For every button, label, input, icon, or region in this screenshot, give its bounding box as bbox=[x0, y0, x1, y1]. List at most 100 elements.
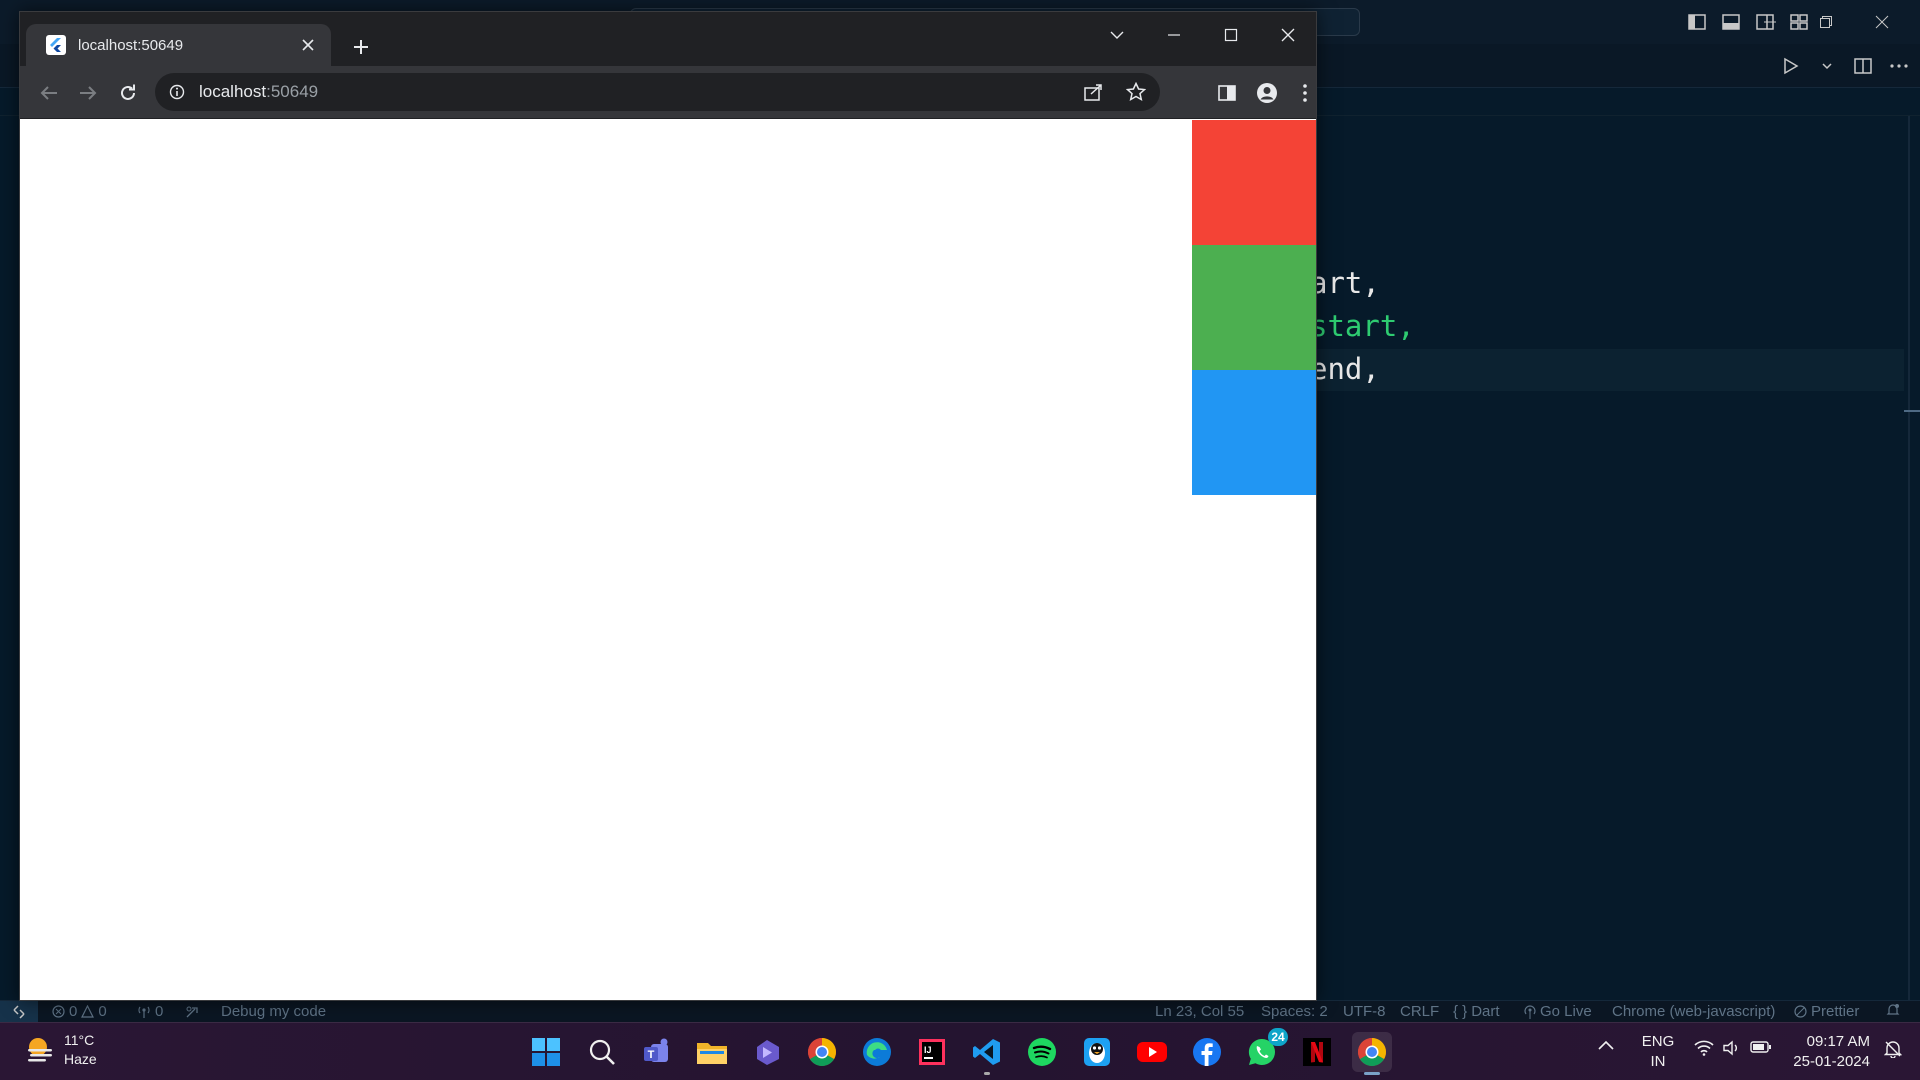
code-line[interactable]: end, bbox=[1310, 352, 1380, 386]
ports-count: 0 bbox=[155, 1003, 164, 1020]
code-line[interactable]: art, bbox=[1310, 266, 1380, 300]
split-editor-icon[interactable] bbox=[1852, 54, 1874, 78]
haze-sun-icon bbox=[28, 1038, 52, 1062]
battery-icon[interactable] bbox=[1750, 1040, 1772, 1054]
encoding[interactable]: UTF-8 bbox=[1343, 1003, 1386, 1020]
show-hidden-icons-chevron-icon[interactable] bbox=[1598, 1040, 1614, 1050]
chrome-app-active[interactable] bbox=[1352, 1032, 1392, 1075]
browser-tab[interactable]: localhost:50649 bbox=[26, 24, 331, 66]
scrollbar-cursor-marker bbox=[1904, 410, 1920, 412]
end-of-line[interactable]: CRLF bbox=[1400, 1003, 1439, 1020]
bookmark-star-icon[interactable] bbox=[1124, 80, 1148, 104]
vscode-restore-icon[interactable] bbox=[1798, 8, 1854, 36]
debugger-type[interactable]: Chrome (web-javascript) bbox=[1612, 1003, 1775, 1020]
broadcast-icon bbox=[1524, 1004, 1536, 1019]
chrome-tab-strip: localhost:50649 bbox=[20, 12, 1316, 66]
clock[interactable]: 09:17 AM 25-01-2024 bbox=[1780, 1032, 1870, 1072]
vscode-minimize-icon[interactable] bbox=[1742, 8, 1798, 36]
tab-close-icon[interactable] bbox=[297, 34, 319, 56]
file-explorer-app[interactable] bbox=[692, 1032, 732, 1072]
url-port: :50649 bbox=[266, 82, 319, 101]
tab-search-chevron-icon[interactable] bbox=[1088, 20, 1145, 50]
edge-app[interactable] bbox=[857, 1032, 897, 1072]
teams-app[interactable]: T bbox=[637, 1032, 677, 1072]
intellij-app[interactable]: IJ bbox=[912, 1032, 952, 1072]
chevron-down-icon[interactable] bbox=[1816, 54, 1838, 78]
remote-indicator[interactable] bbox=[0, 1001, 38, 1023]
toggle-primary-sidebar-icon[interactable] bbox=[1686, 11, 1708, 33]
toggle-panel-icon[interactable] bbox=[1720, 11, 1742, 33]
windows-logo-icon bbox=[532, 1038, 560, 1066]
ports-indicator[interactable]: 0 bbox=[137, 1003, 163, 1020]
chrome-app[interactable] bbox=[802, 1032, 842, 1072]
netflix-app[interactable] bbox=[1297, 1032, 1337, 1072]
chrome-close-icon[interactable] bbox=[1259, 20, 1316, 50]
new-tab-icon[interactable] bbox=[346, 32, 376, 62]
vscode-close-icon[interactable] bbox=[1854, 8, 1910, 36]
volume-icon[interactable] bbox=[1722, 1040, 1742, 1056]
more-actions-icon[interactable] bbox=[1888, 54, 1910, 78]
problems-indicator[interactable]: 0 0 bbox=[52, 1003, 107, 1020]
spotify-icon bbox=[1028, 1038, 1056, 1066]
clock-date: 25-01-2024 bbox=[1793, 1053, 1870, 1070]
weather-temperature: 11°C bbox=[64, 1032, 95, 1048]
youtube-icon bbox=[1137, 1042, 1167, 1062]
forward-arrow-icon[interactable] bbox=[73, 78, 103, 108]
weather-widget[interactable]: 11°C Haze bbox=[24, 1031, 97, 1069]
vscode-status-bar: 0 0 0 Debug my code Ln 23, Col 55 Spaces… bbox=[0, 1000, 1920, 1023]
run-icon[interactable] bbox=[1780, 54, 1802, 78]
current-line-highlight bbox=[1316, 349, 1904, 391]
chrome-toolbar: localhost:50649 bbox=[20, 66, 1316, 118]
youtube-app[interactable] bbox=[1132, 1032, 1172, 1072]
vscode-insiders-app[interactable] bbox=[747, 1032, 787, 1072]
facebook-icon bbox=[1193, 1038, 1221, 1066]
blue-box bbox=[1192, 370, 1316, 495]
profile-avatar-icon[interactable] bbox=[1252, 78, 1282, 108]
running-indicator bbox=[984, 1072, 990, 1075]
braces-icon: { } bbox=[1453, 1003, 1468, 1020]
debug-indicator[interactable]: Debug my code bbox=[185, 1003, 326, 1020]
windows-taskbar: 11°C Haze T IJ 24 ENG IN 09:17 AM 25-01-… bbox=[0, 1022, 1920, 1080]
chrome-minimize-icon[interactable] bbox=[1145, 20, 1202, 50]
share-icon[interactable] bbox=[1082, 80, 1106, 104]
chrome-menu-icon[interactable] bbox=[1290, 78, 1320, 108]
code-line[interactable]: start, bbox=[1310, 309, 1415, 343]
weather-condition: Haze bbox=[64, 1051, 97, 1067]
chrome-icon bbox=[1358, 1038, 1386, 1066]
notification-center-icon[interactable] bbox=[1884, 1040, 1902, 1058]
search-icon bbox=[589, 1039, 615, 1065]
qq-app[interactable] bbox=[1077, 1032, 1117, 1072]
vscode-icon bbox=[973, 1039, 1000, 1065]
wifi-icon[interactable] bbox=[1694, 1040, 1714, 1056]
chrome-maximize-icon[interactable] bbox=[1202, 20, 1259, 50]
input-language[interactable]: ENG IN bbox=[1638, 1032, 1678, 1072]
go-live-button[interactable]: Go Live bbox=[1524, 1003, 1592, 1020]
web-page-content bbox=[20, 119, 1316, 1000]
start-button[interactable] bbox=[526, 1032, 566, 1072]
language-label: Dart bbox=[1471, 1003, 1500, 1020]
indentation[interactable]: Spaces: 2 bbox=[1261, 1003, 1328, 1020]
site-info-icon[interactable] bbox=[169, 84, 185, 100]
language-region: IN bbox=[1650, 1053, 1666, 1070]
facebook-app[interactable] bbox=[1187, 1032, 1227, 1072]
editor-scrollbar[interactable] bbox=[1908, 116, 1910, 1000]
search-button[interactable] bbox=[582, 1032, 622, 1072]
address-bar[interactable]: localhost:50649 bbox=[155, 73, 1160, 111]
active-indicator bbox=[1364, 1072, 1380, 1075]
back-arrow-icon[interactable] bbox=[34, 78, 64, 108]
spotify-app[interactable] bbox=[1022, 1032, 1062, 1072]
warning-icon bbox=[81, 1005, 95, 1018]
debug-label: Debug my code bbox=[221, 1003, 327, 1020]
reload-icon[interactable] bbox=[113, 78, 143, 108]
clock-time: 09:17 AM bbox=[1806, 1033, 1870, 1050]
notifications-icon[interactable] bbox=[1886, 1003, 1900, 1017]
whatsapp-app[interactable]: 24 bbox=[1242, 1028, 1288, 1072]
cursor-position[interactable]: Ln 23, Col 55 bbox=[1155, 1003, 1244, 1020]
side-panel-icon[interactable] bbox=[1212, 78, 1242, 108]
url-text[interactable]: localhost:50649 bbox=[199, 82, 318, 102]
prettier-button[interactable]: Prettier bbox=[1794, 1003, 1859, 1020]
intellij-icon: IJ bbox=[919, 1039, 945, 1065]
error-icon bbox=[52, 1005, 65, 1018]
vscode-app[interactable] bbox=[967, 1032, 1007, 1075]
language-mode[interactable]: { } Dart bbox=[1453, 1003, 1500, 1020]
